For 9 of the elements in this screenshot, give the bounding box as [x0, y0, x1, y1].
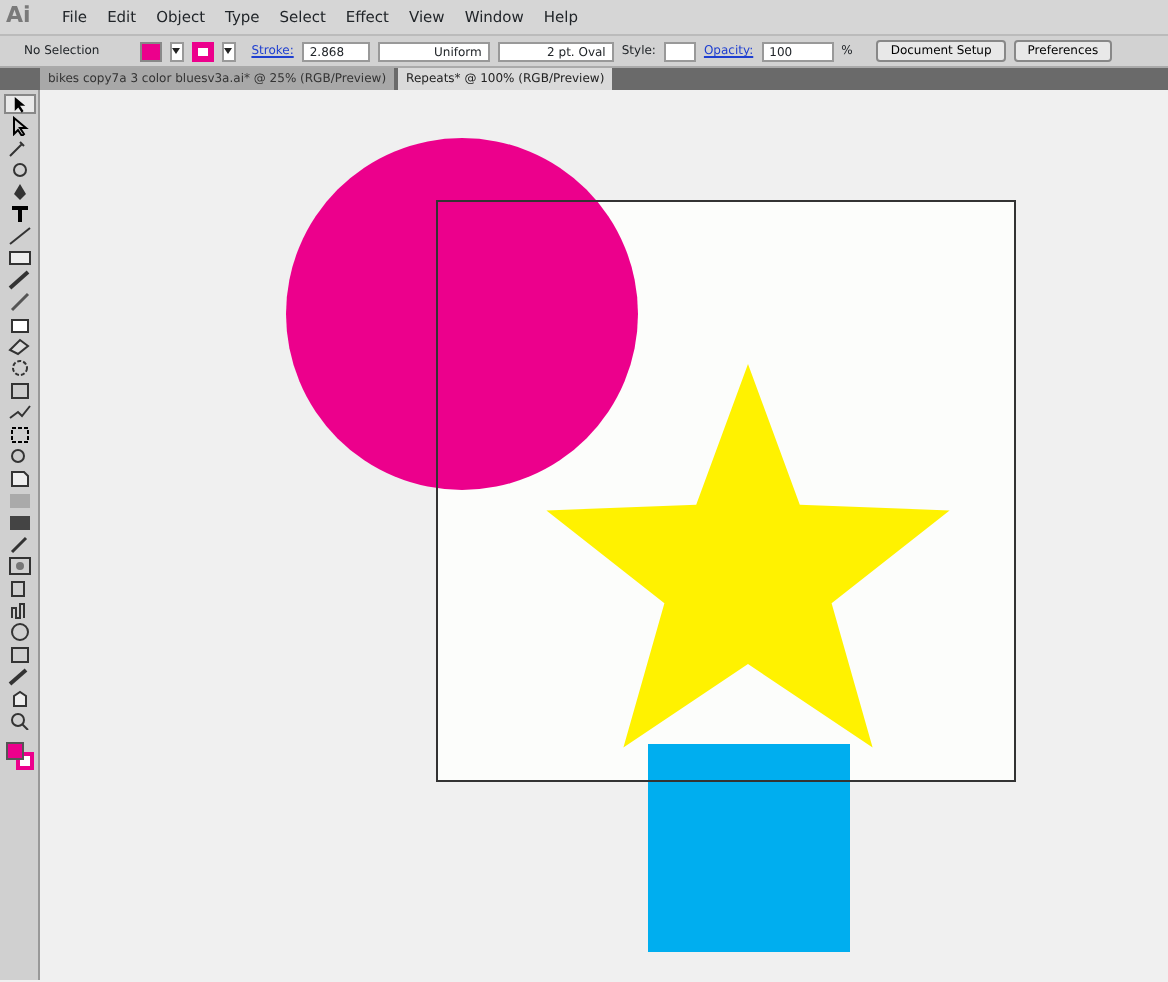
tool-button[interactable]	[3, 556, 35, 576]
stroke-swatch[interactable]	[191, 41, 214, 61]
rectangle-icon	[3, 248, 35, 268]
fill-swatch[interactable]	[139, 41, 162, 61]
app-logo: Ai	[6, 0, 33, 33]
tool-button[interactable]	[3, 94, 35, 114]
style-swatch[interactable]	[663, 41, 696, 61]
fill-color-swatch[interactable]	[5, 742, 23, 760]
tool-button[interactable]	[3, 248, 35, 268]
